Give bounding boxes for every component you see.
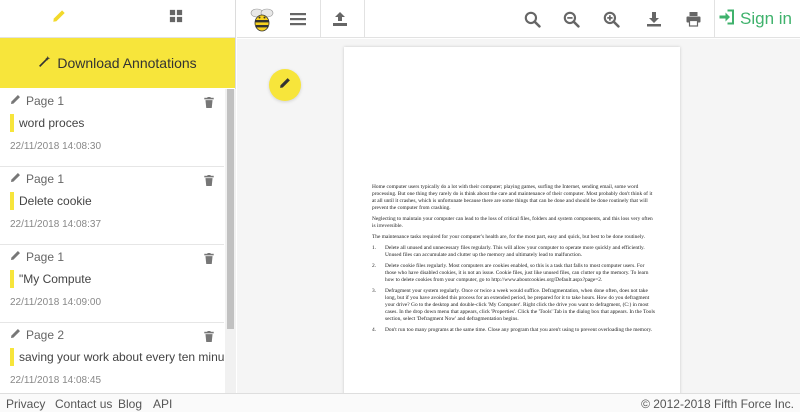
annotation-item[interactable]: Page 1 word proces 22/11/2018 14:08:30	[0, 91, 224, 167]
footer-link-contact[interactable]: Contact us	[55, 397, 112, 411]
upload-icon[interactable]	[327, 0, 353, 38]
toolbar-divider	[714, 0, 715, 38]
doc-paragraph: Neglecting to maintain your computer can…	[372, 216, 653, 229]
list-number: 1.	[372, 245, 377, 251]
sign-in-label: Sign in	[740, 9, 792, 28]
annotation-text: Delete cookie	[10, 192, 224, 210]
trash-icon[interactable]	[204, 95, 214, 113]
pencil-icon	[10, 250, 21, 264]
sidebar-tabs	[0, 0, 235, 38]
doc-list-item: 2. Delete cookie files regularly. Most co…	[372, 263, 656, 284]
document-page[interactable]: Home computer users typically do a lot w…	[344, 47, 680, 393]
list-number: 2.	[372, 263, 377, 269]
pencil-icon	[10, 94, 21, 108]
annotation-page-label: Page 1	[26, 94, 65, 108]
doc-list-item: 4. Don't run too many programs at the sam…	[372, 327, 656, 334]
pencil-icon	[52, 9, 66, 28]
search-icon[interactable]	[520, 0, 544, 38]
download-icon[interactable]	[642, 0, 666, 38]
zoom-in-icon[interactable]	[599, 0, 623, 38]
toolbar-divider	[320, 0, 321, 38]
app-window: Download Annotations Page 1 word proces …	[0, 0, 800, 412]
doc-paragraph: Home computer users typically do a lot w…	[372, 184, 653, 211]
annotation-list: Page 1 word proces 22/11/2018 14:08:30 P…	[0, 89, 224, 393]
footer: Privacy Contact us Blog API © 2012-2018 …	[0, 393, 800, 412]
doc-list: 1. Delete all unused and unnecessary file…	[372, 245, 656, 334]
annotation-text: "My Compute	[10, 270, 224, 288]
trash-icon[interactable]	[204, 173, 214, 191]
print-icon[interactable]	[681, 0, 705, 38]
download-annotations-button[interactable]: Download Annotations	[0, 38, 235, 88]
annotation-page-label: Page 1	[26, 250, 65, 264]
annotation-item[interactable]: Page 1 Delete cookie 22/11/2018 14:08:37	[0, 169, 224, 245]
list-text: Don't run too many programs at the same …	[385, 327, 653, 333]
annotation-timestamp: 22/11/2018 14:08:45	[10, 375, 102, 386]
annotation-header: Page 2	[10, 325, 224, 345]
doc-list-item: 1. Delete all unused and unnecessary file…	[372, 245, 656, 259]
annotation-header: Page 1	[10, 247, 224, 267]
footer-link-blog[interactable]: Blog	[118, 397, 142, 411]
pencil-icon	[279, 76, 291, 94]
doc-paragraph: The maintenance tasks required for your …	[372, 234, 645, 240]
document-text[interactable]: Home computer users typically do a lot w…	[372, 184, 656, 338]
bee-logo[interactable]	[245, 0, 279, 38]
toolbar-divider	[364, 0, 365, 38]
tab-thumbnails[interactable]	[118, 0, 236, 37]
annotations-sidebar: Download Annotations Page 1 word proces …	[0, 0, 236, 393]
pencil-icon	[10, 172, 21, 186]
sidebar-scrollbar[interactable]	[225, 89, 236, 393]
download-annotations-label: Download Annotations	[57, 55, 197, 71]
sign-in-button[interactable]: Sign in	[718, 0, 792, 38]
footer-link-privacy[interactable]: Privacy	[6, 397, 45, 411]
top-toolbar: Sign in	[237, 0, 800, 38]
annotation-page-label: Page 1	[26, 172, 65, 186]
list-number: 4.	[372, 327, 377, 333]
annotation-timestamp: 22/11/2018 14:08:37	[10, 219, 102, 230]
footer-link-api[interactable]: API	[153, 397, 172, 411]
tab-annotations[interactable]	[0, 0, 118, 37]
magic-wand-icon	[38, 55, 51, 71]
annotate-button[interactable]	[269, 69, 301, 101]
document-viewer[interactable]: Home computer users typically do a lot w…	[237, 39, 800, 393]
annotation-text: saving your work about every ten minutes	[10, 348, 224, 366]
menu-icon[interactable]	[285, 0, 311, 38]
annotation-text: word proces	[10, 114, 224, 132]
list-text: Delete cookie files regularly. Most comp…	[385, 263, 649, 283]
annotation-header: Page 1	[10, 169, 224, 189]
trash-icon[interactable]	[204, 329, 214, 347]
annotation-page-label: Page 2	[26, 328, 65, 342]
zoom-out-icon[interactable]	[559, 0, 583, 38]
sidebar-scrollbar-thumb[interactable]	[227, 89, 234, 329]
sign-in-icon	[718, 9, 735, 30]
pencil-icon	[10, 328, 21, 342]
list-text: Delete all unused and unnecessary files …	[385, 245, 645, 258]
trash-icon[interactable]	[204, 251, 214, 269]
annotation-item[interactable]: Page 2 saving your work about every ten …	[0, 325, 224, 393]
grid-icon	[169, 9, 183, 28]
list-number: 3.	[372, 288, 377, 294]
annotation-item[interactable]: Page 1 "My Compute 22/11/2018 14:09:00	[0, 247, 224, 323]
annotation-timestamp: 22/11/2018 14:08:30	[10, 141, 102, 152]
list-text: Defragment your system regularly. Once o…	[385, 288, 655, 322]
annotation-header: Page 1	[10, 91, 224, 111]
copyright-text: © 2012-2018 Fifth Force Inc.	[641, 397, 794, 411]
annotation-timestamp: 22/11/2018 14:09:00	[10, 297, 102, 308]
doc-list-item: 3. Defragment your system regularly. Once…	[372, 288, 656, 323]
